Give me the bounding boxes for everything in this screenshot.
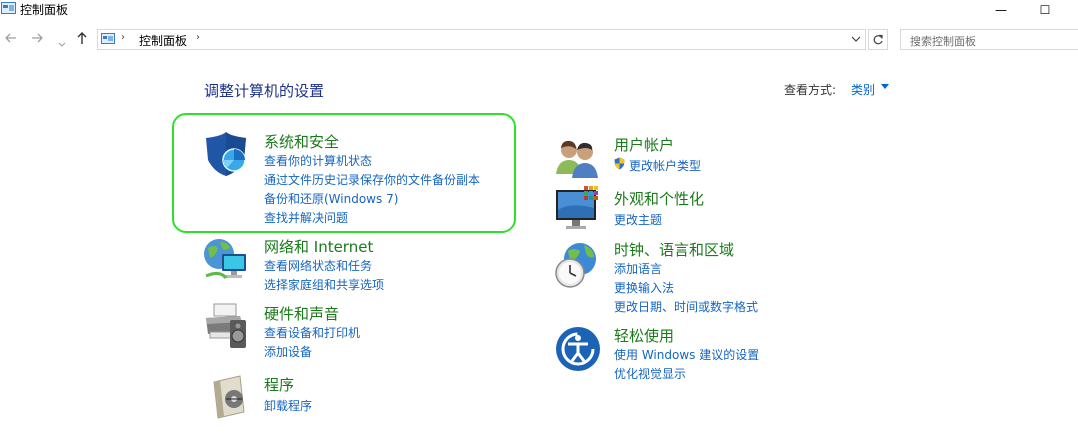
link-homegroup-sharing[interactable]: 选择家庭组和共享选项 bbox=[264, 276, 384, 293]
refresh-icon bbox=[873, 34, 883, 44]
arrow-right-icon bbox=[32, 33, 43, 43]
category-system-security[interactable]: 系统和安全 bbox=[264, 131, 339, 152]
search-placeholder: 搜索控制面板 bbox=[910, 35, 976, 48]
printer-speaker-icon[interactable] bbox=[202, 302, 250, 350]
back-button[interactable] bbox=[4, 31, 18, 49]
user-accounts-icon[interactable] bbox=[554, 136, 602, 184]
clock-globe-icon[interactable] bbox=[554, 241, 602, 289]
ease-of-access-icon[interactable] bbox=[554, 325, 602, 373]
link-change-account-type[interactable]: 更改帐户类型 bbox=[629, 157, 701, 174]
link-troubleshoot[interactable]: 查找并解决问题 bbox=[264, 209, 348, 226]
appearance-monitor-icon[interactable] bbox=[554, 186, 602, 234]
category-network[interactable]: 网络和 Internet bbox=[264, 236, 373, 257]
programs-icon[interactable] bbox=[206, 372, 254, 420]
maximize-button[interactable]: ☐ bbox=[1022, 0, 1068, 20]
view-by-label: 查看方式: bbox=[784, 83, 837, 97]
control-panel-icon bbox=[1, 2, 16, 14]
link-add-device[interactable]: 添加设备 bbox=[264, 343, 312, 360]
link-change-input-method[interactable]: 更换输入法 bbox=[614, 279, 674, 296]
link-view-computer-status[interactable]: 查看你的计算机状态 bbox=[264, 152, 372, 169]
window-title: 控制面板 bbox=[20, 3, 69, 17]
link-network-status[interactable]: 查看网络状态和任务 bbox=[264, 257, 372, 274]
link-file-history-backup[interactable]: 通过文件历史记录保存你的文件备份副本 bbox=[264, 171, 480, 188]
page-title: 调整计算机的设置 bbox=[204, 82, 325, 100]
category-ease-of-access[interactable]: 轻松使用 bbox=[614, 325, 674, 346]
breadcrumb-control-panel[interactable]: 控制面板 bbox=[139, 32, 187, 49]
chevron-down-icon bbox=[851, 36, 861, 42]
category-hardware-sound[interactable]: 硬件和声音 bbox=[264, 303, 339, 324]
security-shield-icon[interactable] bbox=[202, 130, 250, 178]
link-devices-printers[interactable]: 查看设备和打印机 bbox=[264, 324, 360, 341]
up-button[interactable] bbox=[75, 31, 89, 49]
address-bar[interactable]: › 控制面板 › bbox=[97, 29, 866, 50]
caret-down-icon[interactable] bbox=[881, 84, 889, 89]
link-change-theme[interactable]: 更改主题 bbox=[614, 211, 662, 228]
link-uninstall-program[interactable]: 卸载程序 bbox=[264, 397, 312, 414]
link-windows-suggested-settings[interactable]: 使用 Windows 建议的设置 bbox=[614, 346, 759, 363]
title-bar: 控制面板 — ☐ bbox=[0, 0, 1078, 22]
arrow-up-icon bbox=[77, 32, 87, 44]
search-input[interactable]: 搜索控制面板 bbox=[900, 29, 1078, 50]
chevron-right-icon[interactable]: › bbox=[121, 32, 125, 43]
address-dropdown-button[interactable] bbox=[851, 31, 861, 50]
arrow-left-icon bbox=[5, 33, 16, 43]
view-by-dropdown[interactable]: 类别 bbox=[851, 81, 875, 98]
category-clock-region[interactable]: 时钟、语言和区域 bbox=[614, 239, 734, 260]
minimize-button[interactable]: — bbox=[978, 0, 1024, 20]
uac-shield-icon bbox=[614, 157, 625, 170]
refresh-button[interactable] bbox=[868, 29, 888, 50]
link-add-language[interactable]: 添加语言 bbox=[614, 260, 662, 277]
link-optimize-visual-display[interactable]: 优化视觉显示 bbox=[614, 365, 686, 382]
category-programs[interactable]: 程序 bbox=[264, 374, 294, 395]
category-appearance[interactable]: 外观和个性化 bbox=[614, 188, 704, 209]
network-globe-icon[interactable] bbox=[202, 234, 250, 282]
link-backup-restore[interactable]: 备份和还原(Windows 7) bbox=[264, 190, 398, 207]
chevron-down-icon bbox=[58, 42, 66, 47]
category-user-accounts[interactable]: 用户帐户 bbox=[614, 134, 674, 155]
link-date-time-format[interactable]: 更改日期、时间或数字格式 bbox=[614, 298, 758, 315]
chevron-right-icon[interactable]: › bbox=[196, 32, 200, 43]
recent-locations-button[interactable] bbox=[58, 36, 66, 52]
control-panel-icon bbox=[101, 33, 115, 44]
forward-button[interactable] bbox=[30, 31, 44, 49]
